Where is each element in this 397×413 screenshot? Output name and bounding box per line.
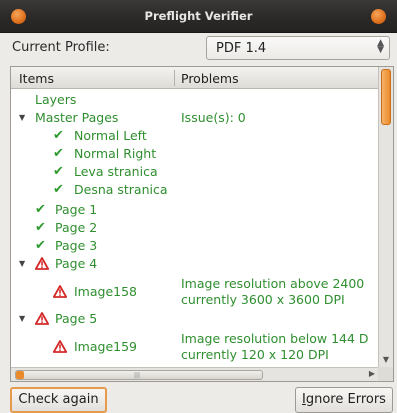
tree-row-label: Page 2 <box>55 220 98 235</box>
maximize-window-button[interactable] <box>371 9 386 24</box>
tree-row-label: Leva stranica <box>74 164 158 179</box>
check-icon: ✔ <box>53 128 64 143</box>
vertical-scrollbar[interactable]: ▼ <box>378 67 393 367</box>
tree-row-image158[interactable]: Image158 Image resolution above 2400 cur… <box>11 275 379 309</box>
check-icon: ✔ <box>53 146 64 161</box>
expander-open-icon[interactable]: ▼ <box>19 259 28 268</box>
tree-row-image159[interactable]: Image159 Image resolution below 144 D cu… <box>11 330 379 364</box>
scrollbar-corner <box>378 367 393 381</box>
tree-row-label: Normal Left <box>74 128 147 143</box>
scrollbar-accent <box>16 371 24 379</box>
select-arrows-icon: ▲ ▼ <box>377 38 384 55</box>
warning-icon <box>53 285 67 298</box>
check-again-button[interactable]: Check again <box>10 387 107 413</box>
current-profile-label: Current Profile: <box>12 40 110 55</box>
tree-row-layers[interactable]: Layers <box>11 92 379 108</box>
tree-row-problem-line1: Image resolution above 2400 <box>181 276 365 291</box>
window-title: Preflight Verifier <box>144 9 253 23</box>
tree-row-problem-line1: Image resolution below 144 D <box>181 331 369 346</box>
check-icon: ✔ <box>53 164 64 179</box>
check-icon: ✔ <box>35 220 46 235</box>
tree-row-page-2[interactable]: ✔ Page 2 <box>11 220 379 236</box>
tree-row-normal-right[interactable]: ✔ Normal Right <box>11 146 379 162</box>
tree-row-label: Normal Right <box>74 146 157 161</box>
tree-row-label: Page 4 <box>55 256 98 271</box>
column-divider[interactable] <box>174 70 175 86</box>
expander-open-icon[interactable]: ▼ <box>19 314 28 323</box>
preflight-verifier-window: Preflight Verifier Current Profile: PDF … <box>0 0 397 413</box>
column-header-problems[interactable]: Problems <box>181 71 239 86</box>
column-header-items[interactable]: Items <box>19 71 54 86</box>
profile-select-value: PDF 1.4 <box>216 41 267 56</box>
tree-row-page-1[interactable]: ✔ Page 1 <box>11 202 379 218</box>
tree-row-page-3[interactable]: ✔ Page 3 <box>11 238 379 254</box>
check-icon: ✔ <box>35 202 46 217</box>
warning-icon <box>35 257 49 270</box>
grip-icon: ||| <box>134 372 141 379</box>
expander-open-icon[interactable]: ▼ <box>19 113 28 122</box>
scroll-down-arrow-icon[interactable]: ▼ <box>380 355 392 365</box>
title-bar: Preflight Verifier <box>0 0 397 33</box>
warning-icon <box>35 312 49 325</box>
tree-row-label: Master Pages <box>35 110 119 125</box>
check-again-label: Check again <box>18 392 99 407</box>
tree-row-label: Desna stranica <box>74 182 168 197</box>
tree-row-label: Page 1 <box>55 202 98 217</box>
check-icon: ✔ <box>53 182 64 197</box>
horizontal-scrollbar-thumb[interactable]: ||| <box>15 370 263 380</box>
scroll-right-arrow-icon[interactable]: ▶ <box>367 369 377 379</box>
tree-row-problem: Issue(s): 0 <box>181 110 246 125</box>
warning-icon <box>53 340 67 353</box>
check-icon: ✔ <box>35 238 46 253</box>
ignore-errors-button[interactable]: Ignore Errors <box>295 387 393 413</box>
tree-row-normal-left[interactable]: ✔ Normal Left <box>11 128 379 144</box>
vertical-scrollbar-thumb[interactable] <box>381 69 391 125</box>
issues-tree[interactable]: Items Problems Layers ▼ Master Pages Iss… <box>10 66 394 382</box>
tree-row-label: Page 5 <box>55 311 98 326</box>
tree-row-page-4[interactable]: ▼ Page 4 <box>11 256 379 272</box>
tree-row-master-pages[interactable]: ▼ Master Pages Issue(s): 0 <box>11 110 379 126</box>
tree-row-desna-stranica[interactable]: ✔ Desna stranica <box>11 182 379 198</box>
profile-select[interactable]: PDF 1.4 ▲ ▼ <box>206 36 390 60</box>
tree-row-page-5[interactable]: ▼ Page 5 <box>11 311 379 327</box>
tree-header: Items Problems <box>11 67 379 89</box>
tree-row-label: Image159 <box>74 339 138 354</box>
tree-row-label: Layers <box>35 92 77 107</box>
ignore-errors-label: gnore Errors <box>305 392 386 407</box>
tree-row-label: Image158 <box>74 284 138 299</box>
tree-row-label: Page 3 <box>55 238 98 253</box>
tree-row-leva-stranica[interactable]: ✔ Leva stranica <box>11 164 379 180</box>
tree-row-problem-line2: currently 3600 x 3600 DPI <box>181 292 345 307</box>
horizontal-scrollbar[interactable]: ||| ▶ <box>11 367 379 381</box>
tree-row-problem-line2: currently 120 x 120 DPI <box>181 347 329 362</box>
tree-rows: Layers ▼ Master Pages Issue(s): 0 ✔ Norm… <box>11 89 379 369</box>
